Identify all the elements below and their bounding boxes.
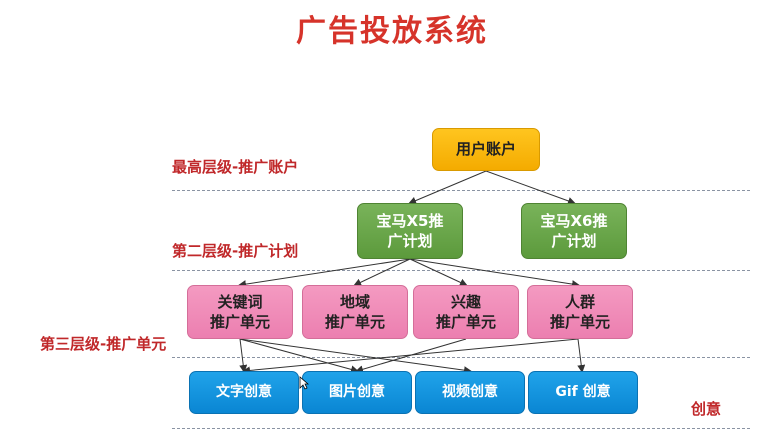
mouse-cursor-icon <box>299 376 309 390</box>
node-plan-x6: 宝马X6推 广计划 <box>521 203 627 259</box>
node-creative-gif-label: Gif 创意 <box>555 384 611 401</box>
node-plan-x6-line1: 宝马X6推 <box>540 211 608 230</box>
node-creative-text: 文字创意 <box>189 371 299 414</box>
node-unit-interest-line2: 推广单元 <box>435 313 496 331</box>
node-unit-interest-line1: 兴趣 <box>450 292 481 311</box>
node-account: 用户账户 <box>432 128 540 171</box>
link-unit4-crea1 <box>242 338 579 375</box>
node-plan-x5: 宝马X5推 广计划 <box>357 203 463 259</box>
node-creative-image: 图片创意 <box>302 371 412 414</box>
node-unit-audience-line2: 推广单元 <box>549 313 610 331</box>
node-unit-region-line2: 推广单元 <box>324 313 385 331</box>
node-creative-image-label: 图片创意 <box>329 384 385 401</box>
node-unit-interest: 兴趣 推广单元 <box>413 285 519 339</box>
link-unit4-crea4 <box>577 338 586 373</box>
link-account-plan2 <box>485 170 576 205</box>
node-unit-audience: 人群 推广单元 <box>527 285 633 339</box>
node-creative-gif: Gif 创意 <box>528 371 638 414</box>
link-plan1-unit4 <box>409 258 580 289</box>
node-creative-text-label: 文字创意 <box>216 384 272 401</box>
node-creative-video-label: 视频创意 <box>442 384 498 401</box>
node-unit-keyword-line1: 关键词 <box>217 292 263 311</box>
node-plan-x5-line2: 广计划 <box>387 232 433 250</box>
node-account-label: 用户账户 <box>455 140 516 159</box>
node-unit-keyword: 关键词 推广单元 <box>187 285 293 339</box>
node-unit-region: 地域 推广单元 <box>302 285 408 339</box>
node-unit-region-line1: 地域 <box>339 292 370 311</box>
node-plan-x6-line2: 广计划 <box>551 232 597 250</box>
link-account-plan1 <box>408 170 487 205</box>
link-plan1-unit1 <box>238 258 411 289</box>
node-unit-keyword-line2: 推广单元 <box>209 313 270 331</box>
node-plan-x5-line1: 宝马X5推 <box>376 211 444 230</box>
node-creative-video: 视频创意 <box>415 371 525 414</box>
link-unit1-crea1 <box>239 338 248 373</box>
node-unit-audience-line1: 人群 <box>564 292 595 311</box>
link-unit1-crea3 <box>239 338 472 375</box>
